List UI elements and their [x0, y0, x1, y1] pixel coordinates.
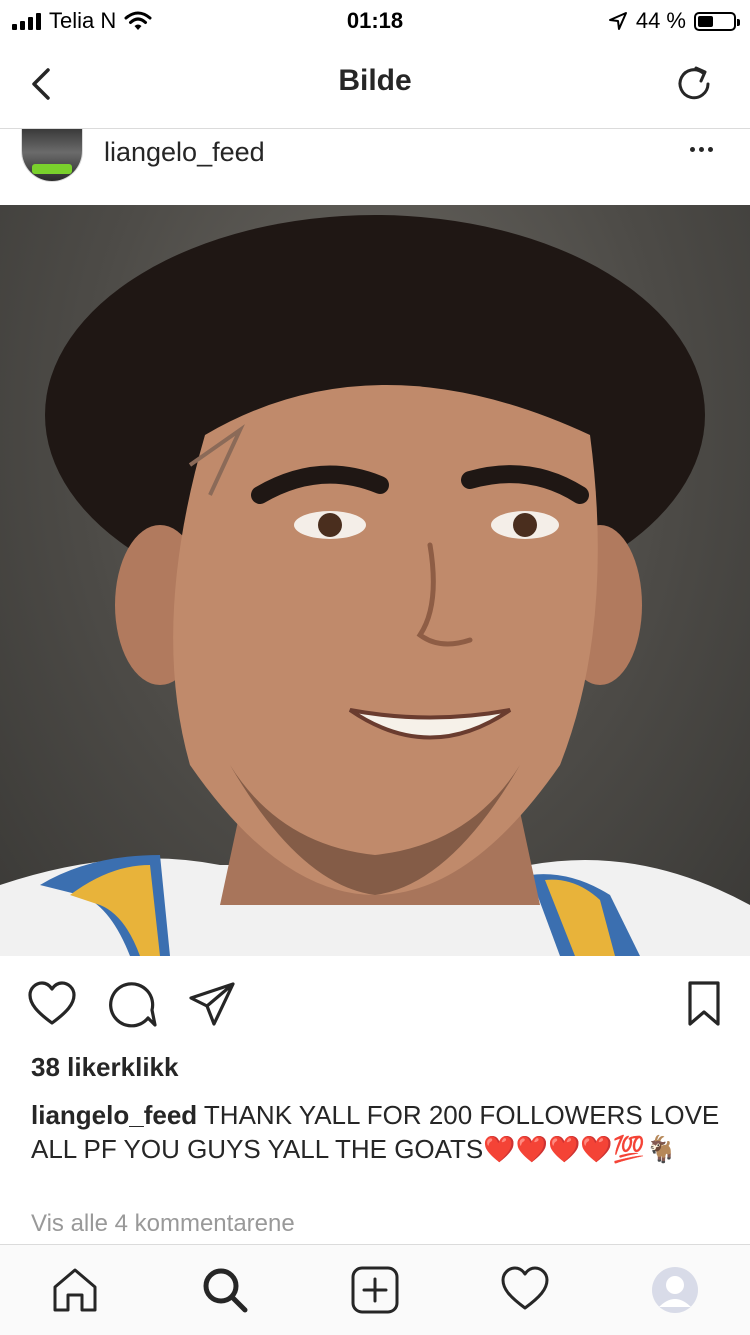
avatar-logo — [32, 164, 72, 174]
caption-username[interactable]: liangelo_feed — [31, 1100, 197, 1130]
add-icon[interactable] — [350, 1265, 400, 1315]
home-icon[interactable] — [50, 1265, 100, 1315]
post-header: liangelo_feed — [0, 129, 750, 205]
post-photo[interactable] — [0, 205, 750, 956]
refresh-icon[interactable] — [672, 62, 716, 106]
activity-heart-icon[interactable] — [500, 1265, 550, 1315]
post-caption: liangelo_feed THANK YALL FOR 200 FOLLOWE… — [31, 1098, 721, 1166]
likes-count[interactable]: 38 likerklikk — [31, 1052, 178, 1083]
search-icon[interactable] — [200, 1265, 250, 1315]
post-username[interactable]: liangelo_feed — [104, 137, 265, 168]
tab-bar — [0, 1244, 750, 1335]
comment-icon[interactable] — [108, 980, 158, 1030]
view-all-comments-link[interactable]: Vis alle 4 kommentarene — [31, 1210, 295, 1238]
avatar[interactable] — [22, 129, 82, 181]
battery-fill — [698, 15, 713, 27]
page-title: Bilde — [338, 64, 412, 97]
battery-icon — [694, 11, 740, 31]
portrait-illustration — [0, 215, 750, 956]
more-options-icon[interactable] — [690, 139, 720, 159]
profile-icon[interactable] — [650, 1265, 700, 1315]
post-actions — [0, 980, 750, 1036]
battery-percent: 44 % — [635, 8, 686, 33]
status-right: 44 % — [608, 8, 740, 34]
location-arrow-icon — [608, 12, 627, 30]
bookmark-icon[interactable] — [684, 980, 724, 1030]
status-bar: Telia N 01:18 44 % — [0, 0, 750, 40]
like-heart-icon[interactable] — [27, 980, 77, 1030]
share-icon[interactable] — [187, 980, 237, 1030]
nav-bar: Bilde — [0, 40, 750, 129]
caption-emojis: ❤️❤️❤️❤️💯🐐 — [483, 1134, 678, 1164]
